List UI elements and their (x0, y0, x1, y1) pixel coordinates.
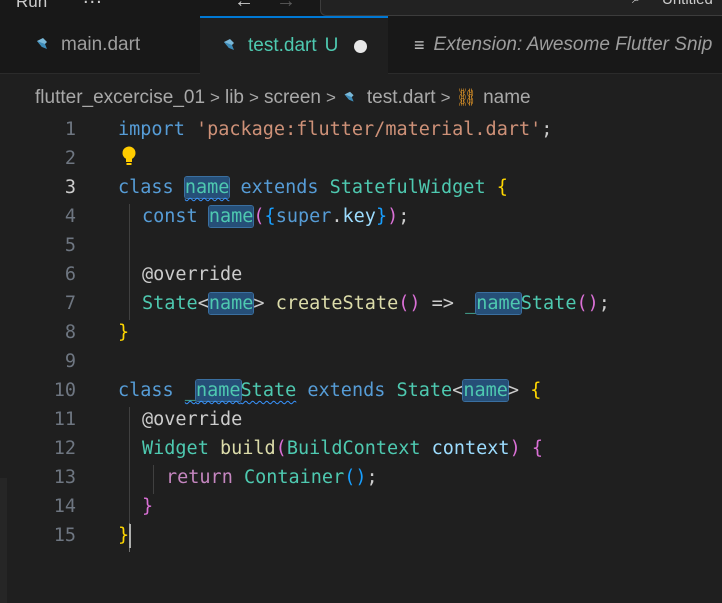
line-number: 6 (64, 264, 76, 285)
lightbulb-icon[interactable] (121, 146, 137, 168)
tab-extension-preview[interactable]: ≡ Extension: Awesome Flutter Snip (388, 16, 722, 74)
dart-file-icon (37, 38, 47, 49)
git-status-untracked: U (324, 35, 339, 56)
line-number: 7 (64, 293, 76, 314)
code-line: 10 class _nameState extends State<name> … (0, 376, 722, 405)
code-line: 8 } (0, 318, 722, 347)
code-line: 1 import 'package:flutter/material.dart'… (0, 115, 722, 144)
code-line: 13 return Container(); (0, 463, 722, 492)
title-bar: Run ... ← → ⌕ Untitled (0, 0, 722, 16)
line-number: 3 (64, 177, 76, 198)
line-number: 2 (64, 148, 76, 169)
symbol-highlight: name (195, 380, 241, 401)
code-line: 6 @override (0, 260, 722, 289)
symbol-highlight: name (208, 206, 254, 227)
chevron-right-icon: > (325, 88, 336, 107)
chevron-right-icon: > (210, 88, 220, 107)
dart-file-icon (224, 39, 234, 50)
line-number: 9 (64, 351, 76, 372)
dart-file-icon (344, 91, 354, 102)
line-number: 8 (64, 322, 76, 343)
code-line: 3 class name extends StatefulWidget { (0, 173, 722, 202)
breadcrumb-file[interactable]: test.dart (367, 87, 436, 109)
code-line: 14 } (0, 492, 722, 521)
line-number: 12 (53, 438, 76, 459)
line-number: 1 (64, 119, 76, 140)
symbol-highlight: name (463, 380, 508, 401)
search-placeholder: Untitled (662, 0, 713, 8)
code-line: 7 State<name> createState() => _nameStat… (0, 289, 722, 318)
tab-test-dart[interactable]: test.dart U (200, 16, 388, 74)
line-number: 10 (53, 380, 76, 401)
arrow-right-icon[interactable]: → (276, 0, 296, 13)
code-line: 9 (0, 347, 722, 376)
code-line: 11 @override (0, 405, 722, 434)
tab-label: Extension: Awesome Flutter Snip (433, 34, 713, 55)
chevron-right-icon: > (249, 88, 259, 107)
code-line: 4 const name({super.key}); (0, 202, 722, 231)
preview-icon: ≡ (414, 34, 425, 55)
class-symbol-icon: ⛓ (455, 88, 478, 107)
symbol-highlight: name (184, 177, 230, 198)
text-cursor (129, 524, 131, 548)
code-line: 5 (0, 231, 722, 260)
line-number: 4 (64, 206, 76, 227)
scroll-indicator (0, 478, 7, 603)
line-number: 14 (53, 496, 76, 517)
chevron-right-icon: > (440, 88, 451, 107)
tab-label: main.dart (61, 34, 141, 55)
editor-tab-bar: main.dart test.dart U ≡ Extension: Aweso… (0, 16, 722, 74)
breadcrumb: flutter_excercise_01 > lib > screen > te… (0, 84, 722, 112)
unsaved-dot-icon[interactable] (354, 39, 368, 53)
tab-label: test.dart (248, 35, 317, 56)
breadcrumb-symbol[interactable]: name (483, 87, 531, 109)
tab-main-dart[interactable]: main.dart (0, 16, 200, 74)
line-number: 11 (53, 409, 76, 430)
line-number: 15 (53, 525, 76, 546)
code-editor[interactable]: 1 import 'package:flutter/material.dart'… (0, 114, 722, 603)
code-line: 15 } (0, 521, 722, 550)
line-number: 5 (64, 235, 76, 256)
more-menu-button[interactable]: ... (83, 0, 103, 9)
breadcrumb-folder-screen[interactable]: screen (264, 87, 321, 109)
arrow-left-icon[interactable]: ← (234, 0, 254, 13)
code-line: 12 Widget build(BuildContext context) { (0, 434, 722, 463)
symbol-highlight: name (208, 293, 254, 314)
line-number: 13 (53, 467, 76, 488)
search-icon: ⌕ (632, 0, 641, 8)
breadcrumb-folder-lib[interactable]: lib (225, 87, 244, 109)
code-line: 2 (0, 144, 722, 173)
symbol-highlight: name (476, 293, 521, 314)
breadcrumb-folder-root[interactable]: flutter_excercise_01 (35, 87, 205, 109)
menu-run[interactable]: Run (16, 0, 47, 12)
